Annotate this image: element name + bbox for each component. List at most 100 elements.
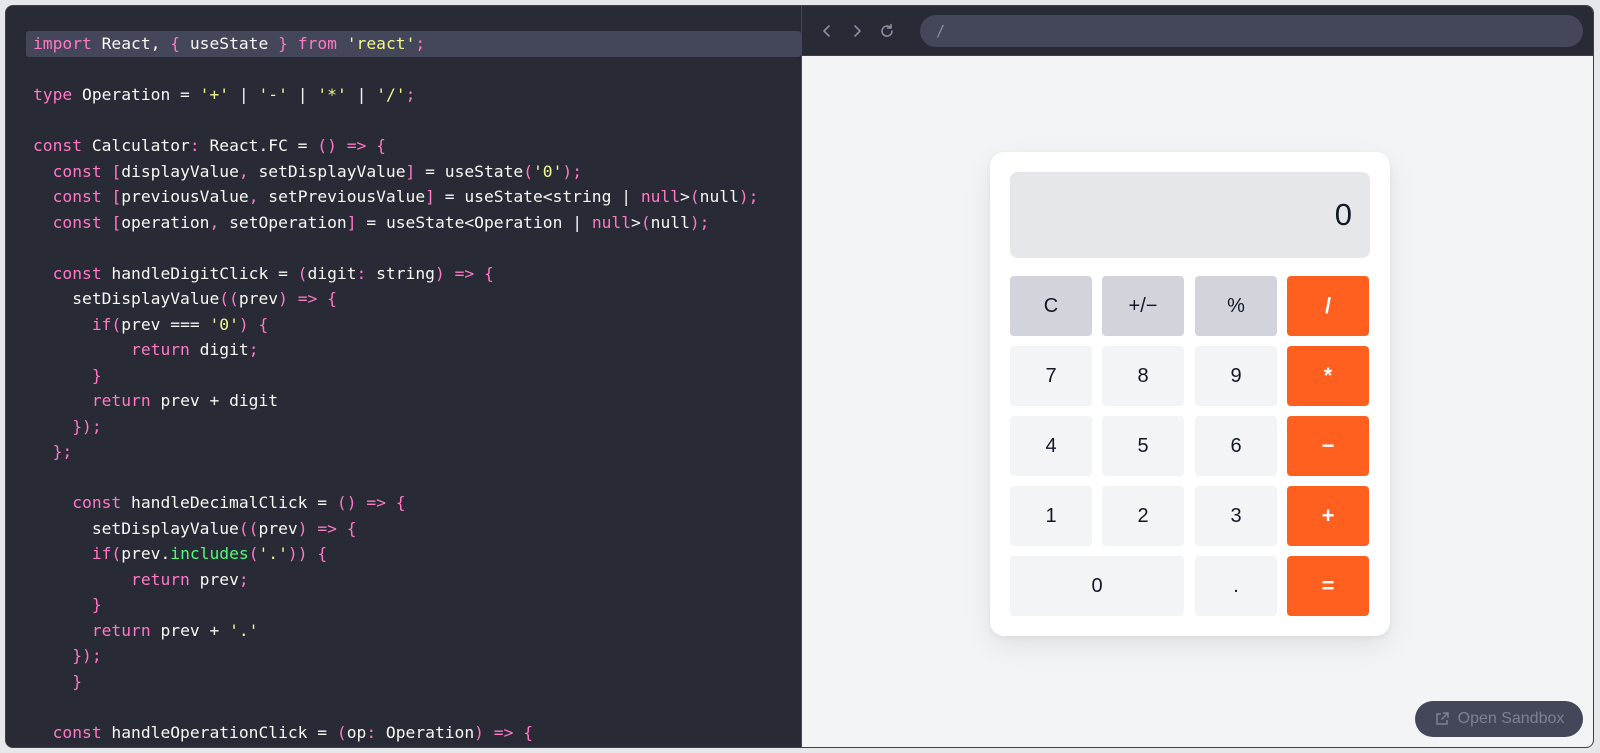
code-token: ; <box>415 34 426 53</box>
calc-button[interactable]: . <box>1195 556 1277 616</box>
code-line[interactable]: } <box>6 363 801 389</box>
calc-button[interactable]: / <box>1287 276 1369 336</box>
calc-button[interactable]: 7 <box>1010 346 1092 406</box>
code-line[interactable]: }); <box>6 643 801 669</box>
code-token: from <box>297 34 337 53</box>
code-token: '*' <box>317 85 347 104</box>
code-token: => <box>346 136 367 155</box>
code-token: ( <box>523 161 533 181</box>
code-line[interactable]: return prev + '.' <box>6 618 801 644</box>
code-line[interactable] <box>6 235 801 261</box>
calc-button[interactable]: 5 <box>1102 416 1184 476</box>
calc-button[interactable]: % <box>1195 276 1277 336</box>
calc-button[interactable]: * <box>1287 346 1369 406</box>
code-token: ( <box>336 722 347 742</box>
code-line[interactable]: } <box>6 669 801 695</box>
code-line[interactable]: }; <box>6 439 801 465</box>
code-line[interactable]: setDisplayValue((prev) => { <box>6 516 801 542</box>
code-line[interactable]: const Calculator: React.FC = () => { <box>6 133 801 159</box>
code-token: , <box>248 187 259 206</box>
code-line[interactable] <box>6 465 801 491</box>
code-token: }); <box>72 416 102 436</box>
calc-button[interactable]: 9 <box>1195 346 1277 406</box>
code-token: ) <box>474 722 484 742</box>
calc-button[interactable]: − <box>1287 416 1369 476</box>
code-token: setPreviousValue <box>258 187 426 206</box>
code-token: ] <box>405 161 416 181</box>
code-editor[interactable]: import React, { useState } from 'react';… <box>6 6 801 747</box>
code-line[interactable] <box>6 694 801 720</box>
code-token: [ <box>111 212 122 232</box>
calc-button[interactable]: + <box>1287 486 1369 546</box>
code-token: Calculator <box>82 136 190 155</box>
calc-button[interactable]: = <box>1287 556 1369 616</box>
code-line[interactable]: }); <box>6 414 801 440</box>
code-line[interactable]: if(prev.includes('.')) { <box>6 541 801 567</box>
code-token: ( <box>248 544 259 563</box>
code-token: => <box>317 518 337 538</box>
code-line[interactable]: const [operation, setOperation] = useSta… <box>6 210 801 236</box>
forward-button[interactable] <box>846 20 868 42</box>
code-line[interactable]: return prev; <box>6 567 801 593</box>
url-input[interactable]: / <box>920 15 1583 47</box>
code-line[interactable] <box>6 108 801 134</box>
calc-button[interactable]: 6 <box>1195 416 1277 476</box>
code-token: return <box>131 340 190 359</box>
code-token: handleDecimalClick = <box>121 493 337 512</box>
code-line[interactable]: const handleDigitClick = (digit: string)… <box>6 261 801 287</box>
code-content[interactable]: import React, { useState } from 'react';… <box>6 31 801 745</box>
code-line[interactable]: import React, { useState } from 'react'; <box>26 31 801 57</box>
code-token: { <box>483 263 494 283</box>
code-token: prev <box>258 518 298 538</box>
external-link-icon <box>1435 712 1449 725</box>
code-line[interactable]: const handleOperationClick = (op: Operat… <box>6 720 801 746</box>
code-line[interactable]: return digit; <box>6 337 801 363</box>
code-line[interactable]: const [previousValue, setPreviousValue] … <box>6 184 801 210</box>
code-line[interactable] <box>6 57 801 83</box>
code-token: } <box>91 365 102 385</box>
code-line[interactable]: if(prev === '0') { <box>6 312 801 338</box>
code-token: digit <box>189 340 249 359</box>
code-line[interactable]: } <box>6 592 801 618</box>
back-button[interactable] <box>816 20 838 42</box>
calc-button[interactable]: 8 <box>1102 346 1184 406</box>
code-line[interactable]: const [displayValue, setDisplayValue] = … <box>6 159 801 185</box>
code-token: const <box>52 187 102 206</box>
open-sandbox-button[interactable]: Open Sandbox <box>1415 701 1583 737</box>
calc-button[interactable]: 2 <box>1102 486 1184 546</box>
calc-button[interactable]: +/− <box>1102 276 1184 336</box>
code-token: '0' <box>533 161 563 181</box>
refresh-button[interactable] <box>876 20 898 42</box>
calc-button[interactable]: 4 <box>1010 416 1092 476</box>
code-token: ; <box>405 85 416 104</box>
code-line[interactable]: const handleDecimalClick = () => { <box>6 490 801 516</box>
calc-button[interactable]: 1 <box>1010 486 1092 546</box>
calc-button[interactable]: C <box>1010 276 1092 336</box>
code-token: import <box>33 34 92 53</box>
code-line[interactable]: type Operation = '+' | '-' | '*' | '/'; <box>6 82 801 108</box>
code-token: ); <box>738 187 759 206</box>
code-token: if( <box>91 544 122 563</box>
calc-button[interactable]: 0 <box>1010 556 1184 616</box>
code-line[interactable]: setDisplayValue((prev) => { <box>6 286 801 312</box>
code-token: type <box>33 85 73 104</box>
code-token: '0' <box>209 314 239 334</box>
code-line[interactable]: return prev + digit <box>6 388 801 414</box>
calc-button[interactable]: 3 <box>1195 486 1277 546</box>
refresh-icon <box>881 23 893 37</box>
code-token: => <box>493 722 514 742</box>
code-token: operation <box>121 212 210 232</box>
code-token: handleOperationClick = <box>101 722 337 742</box>
